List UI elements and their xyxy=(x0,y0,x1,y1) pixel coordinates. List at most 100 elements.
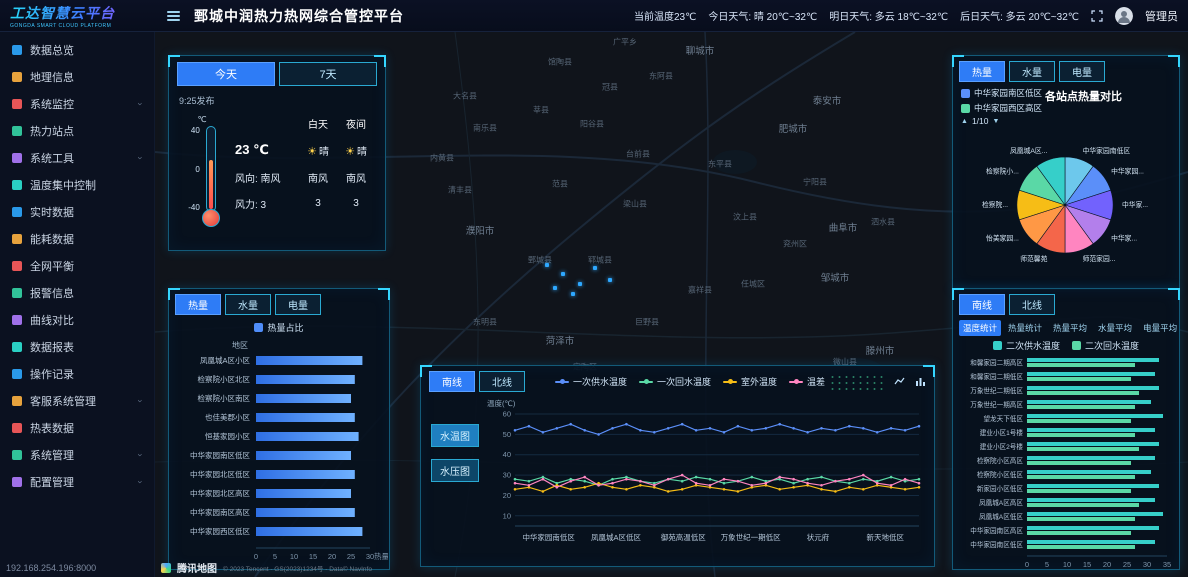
map-label: 内黄县 xyxy=(430,153,454,164)
svg-text:35: 35 xyxy=(1163,560,1171,569)
tab-heat[interactable]: 热量 xyxy=(959,61,1005,82)
sidebar-item-5[interactable]: 系统工具› xyxy=(0,144,154,171)
legend-marker xyxy=(961,104,970,113)
sidebar-item-1[interactable]: 数据总览 xyxy=(0,36,154,63)
sidebar-item-2[interactable]: 地理信息 xyxy=(0,63,154,90)
right-legend: 二次供水温度二次回水温度 xyxy=(953,338,1179,353)
map-label: 邹城市 xyxy=(821,270,850,284)
sidebar-item-15[interactable]: 热表数据 xyxy=(0,414,154,441)
station-marker[interactable] xyxy=(545,263,549,267)
svg-text:凤凰城A区小区: 凤凰城A区小区 xyxy=(200,356,251,365)
legend-item[interactable]: 一次回水温度 xyxy=(639,375,711,388)
map-label: 东阿县 xyxy=(649,71,673,82)
subtab-water-avg[interactable]: 水量平均 xyxy=(1094,320,1136,336)
legend-item[interactable]: 中华家园西区高区 xyxy=(961,102,1042,114)
map-copyright: © 2023 Tencent - GS(2023)1234号 - Data© N… xyxy=(223,563,372,573)
sidebar-item-11[interactable]: 曲线对比 xyxy=(0,306,154,333)
sidebar-item-12[interactable]: 数据报表 xyxy=(0,333,154,360)
tab-south-line[interactable]: 南线 xyxy=(959,294,1005,315)
legend-label: 中华家园西区高区 xyxy=(974,102,1042,114)
username: 管理员 xyxy=(1145,8,1178,24)
station-marker[interactable] xyxy=(578,282,582,286)
subtab-heat-stat[interactable]: 热量统计 xyxy=(1004,320,1046,336)
water-pressure-button[interactable]: 水压图 xyxy=(431,459,479,482)
water-temp-button[interactable]: 水温图 xyxy=(431,424,479,447)
station-marker[interactable] xyxy=(571,292,575,296)
svg-text:5: 5 xyxy=(1045,560,1049,569)
svg-text:凤凰城A区低区: 凤凰城A区低区 xyxy=(979,512,1023,521)
legend-item[interactable]: 温差 xyxy=(789,375,825,388)
tab-heat[interactable]: 热量 xyxy=(175,294,221,315)
sidebar-item-16[interactable]: 系统管理› xyxy=(0,441,154,468)
page-up-icon[interactable]: ▲ xyxy=(961,118,968,125)
subtab-heat-avg[interactable]: 热量平均 xyxy=(1049,320,1091,336)
svg-text:新天地低区: 新天地低区 xyxy=(867,532,905,542)
energy-data-icon xyxy=(12,234,22,244)
chevron-down-icon: › xyxy=(136,102,146,105)
station-marker[interactable] xyxy=(561,272,565,276)
day-wind: 南风 xyxy=(299,170,337,185)
subtab-temp-stat[interactable]: 温度统计 xyxy=(959,320,1001,336)
station-marker[interactable] xyxy=(608,278,612,282)
legend-item[interactable]: 二次供水温度 xyxy=(993,339,1060,352)
station-marker[interactable] xyxy=(553,286,557,290)
sidebar-item-13[interactable]: 操作记录 xyxy=(0,360,154,387)
sidebar-item-10[interactable]: 报警信息 xyxy=(0,279,154,306)
tab-electric[interactable]: 电量 xyxy=(275,294,321,315)
station-marker[interactable] xyxy=(593,266,597,270)
tab-north-line[interactable]: 北线 xyxy=(479,371,525,392)
pie-title: 各站点热量对比 xyxy=(1045,88,1122,104)
legend-item[interactable]: 室外温度 xyxy=(723,375,777,388)
menu-toggle-icon[interactable] xyxy=(167,9,180,23)
tab-today[interactable]: 今天 xyxy=(177,62,275,86)
sidebar-item-7[interactable]: 实时数据 xyxy=(0,198,154,225)
subtab-electric-avg[interactable]: 电量平均 xyxy=(1139,320,1181,336)
tab-water[interactable]: 水量 xyxy=(1009,61,1055,82)
map-label: 濮阳市 xyxy=(466,223,495,237)
tab-electric[interactable]: 电量 xyxy=(1059,61,1105,82)
tab-north-line[interactable]: 北线 xyxy=(1009,294,1055,315)
sidebar-item-label: 热力站点 xyxy=(30,123,74,139)
svg-text:中华家...: 中华家... xyxy=(1122,200,1148,209)
svg-text:也佳美郡小区: 也佳美郡小区 xyxy=(205,412,250,422)
tencent-map-icon xyxy=(161,563,171,573)
legend-item[interactable]: 二次回水温度 xyxy=(1072,339,1139,352)
map-label: 聊城市 xyxy=(686,43,715,57)
legend-item[interactable]: 一次供水温度 xyxy=(555,375,627,388)
map-label: 泰安市 xyxy=(813,93,842,107)
tab-south-line[interactable]: 南线 xyxy=(429,371,475,392)
avatar[interactable] xyxy=(1115,7,1133,25)
tab-7days[interactable]: 7天 xyxy=(279,62,377,86)
fullscreen-icon[interactable] xyxy=(1091,10,1103,22)
legend-item[interactable]: 中华家园南区低区 xyxy=(961,87,1042,99)
sidebar-item-3[interactable]: 系统监控› xyxy=(0,90,154,117)
map-area[interactable]: 广平乡馆陶县聊城市冠县东阿县大名县莘县阳谷县泰安市肥城市南乐县内黄县清丰县范县台… xyxy=(155,32,1188,577)
sidebar-item-label: 系统管理 xyxy=(30,447,74,463)
sidebar-item-label: 温度集中控制 xyxy=(30,177,96,193)
svg-text:检察院小区北区: 检察院小区北区 xyxy=(198,374,251,384)
sidebar-item-17[interactable]: 配置管理› xyxy=(0,468,154,495)
legend-item[interactable]: 热量占比 xyxy=(254,321,303,334)
legend-marker xyxy=(555,381,569,383)
map-attribution: 腾讯地图 © 2023 Tencent - GS(2023)1234号 - Da… xyxy=(161,560,372,575)
sidebar-item-4[interactable]: 热力站点 xyxy=(0,117,154,144)
sidebar-item-9[interactable]: 全网平衡 xyxy=(0,252,154,279)
line-chart-icon[interactable] xyxy=(894,376,905,387)
page-down-icon[interactable]: ▼ xyxy=(992,118,999,125)
pie-panel-tabs: 热量 水量 电量 xyxy=(953,56,1179,87)
sidebar-item-6[interactable]: 温度集中控制 xyxy=(0,171,154,198)
legend-marker xyxy=(254,323,263,332)
right-subtabs: 温度统计 热量统计 热量平均 水量平均 电量平均 xyxy=(953,320,1179,338)
svg-text:中华家园南区高区: 中华家园南区高区 xyxy=(970,526,1023,535)
map-label: 馆陶县 xyxy=(548,57,572,68)
svg-text:状元府: 状元府 xyxy=(807,532,830,542)
legend-label: 二次供水温度 xyxy=(1006,339,1060,352)
map-label: 南乐县 xyxy=(473,123,497,134)
sidebar-item-8[interactable]: 能耗数据 xyxy=(0,225,154,252)
scale-0: 0 xyxy=(188,165,200,174)
weather-tabs: 今天 7天 xyxy=(169,56,385,92)
tab-water[interactable]: 水量 xyxy=(225,294,271,315)
system-manage-icon xyxy=(12,450,22,460)
bar-chart-icon[interactable] xyxy=(915,376,926,387)
sidebar-item-14[interactable]: 客服系统管理› xyxy=(0,387,154,414)
